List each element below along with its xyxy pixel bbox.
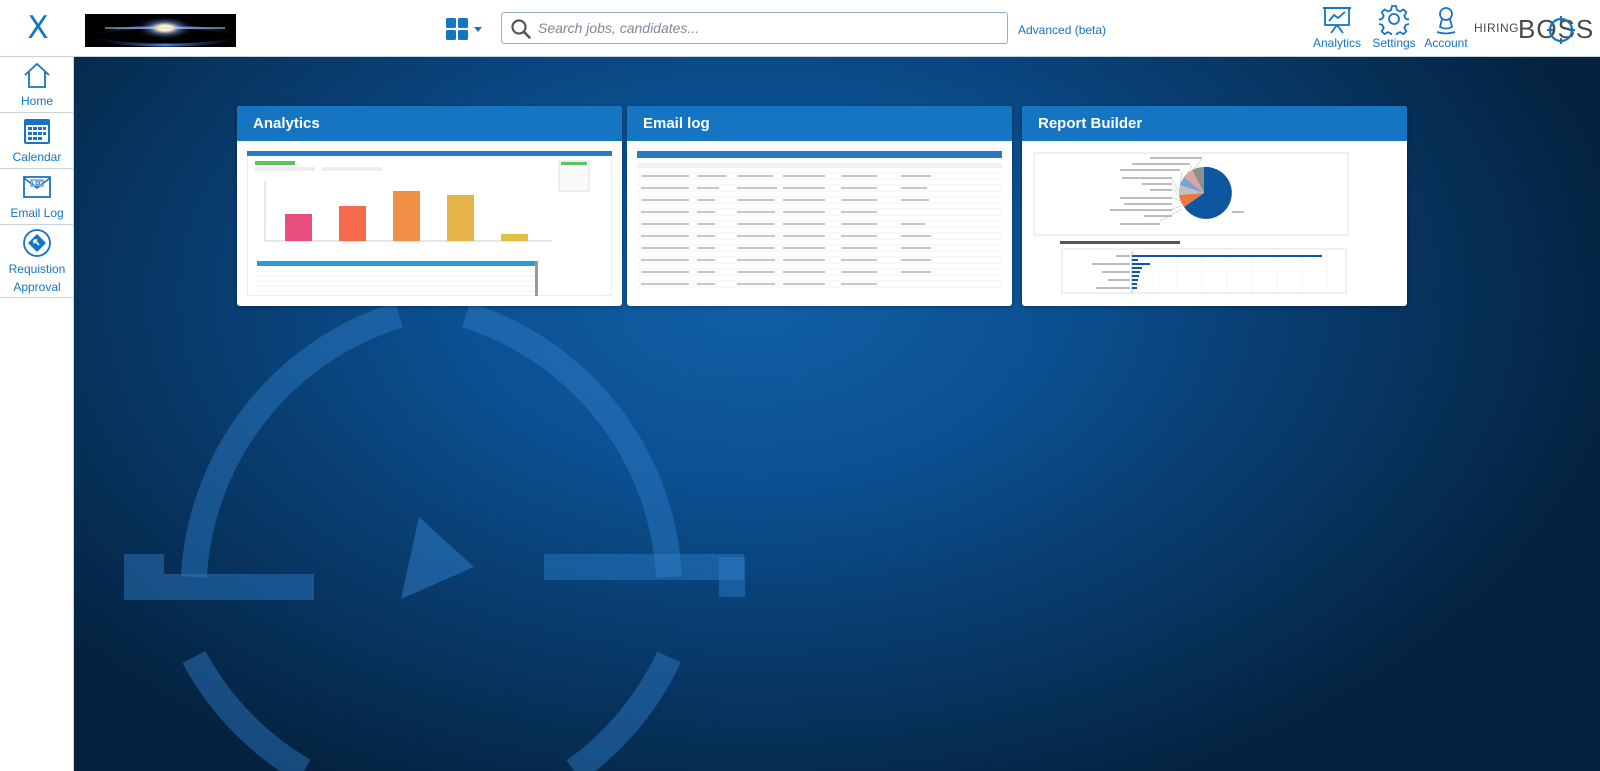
- card-email-log[interactable]: Email log: [627, 106, 1012, 306]
- sidebar-item-calendar[interactable]: Calendar: [0, 113, 74, 169]
- card-title: Analytics: [237, 106, 622, 141]
- card-title: Report Builder: [1022, 106, 1407, 141]
- home-icon: [24, 62, 50, 88]
- email-log-preview-image: [637, 151, 1002, 296]
- user-icon: [1436, 7, 1456, 35]
- top-nav-label: Analytics: [1312, 36, 1362, 50]
- card-report-builder[interactable]: Report Builder: [1022, 106, 1407, 306]
- gear-icon: [1379, 5, 1409, 35]
- search-box: [501, 12, 1008, 44]
- sidebar-item-label: Email Log: [10, 206, 64, 220]
- top-nav-account[interactable]: Account: [1420, 5, 1472, 53]
- presentation-chart-icon: [1323, 7, 1351, 34]
- dashboard-main: Analytics Email log Report Builder: [74, 57, 1600, 771]
- search-icon: [511, 19, 531, 39]
- brand-prefix: HIRING: [1474, 21, 1519, 35]
- apps-grid-icon: [446, 18, 482, 40]
- report-builder-preview-image: [1032, 151, 1397, 296]
- email-log-icon: [23, 176, 51, 198]
- sidebar-item-requisition-approval[interactable]: Requistion Approval: [0, 225, 74, 298]
- sidebar-item-home[interactable]: Home: [0, 57, 74, 113]
- chevron-down-icon: [474, 27, 482, 32]
- top-nav-settings[interactable]: Settings: [1368, 5, 1420, 53]
- top-nav-label: Account: [1424, 36, 1468, 50]
- sidebar-item-label: Home: [20, 94, 53, 108]
- advanced-search-link[interactable]: Advanced (beta): [1018, 23, 1106, 37]
- sidebar-item-label: Calendar: [12, 150, 62, 164]
- sidebar-item-email-log[interactable]: Email Log: [0, 169, 74, 225]
- top-nav-analytics[interactable]: Analytics: [1311, 5, 1363, 53]
- top-header: X Search jobs, candidates... Advanced (b…: [0, 0, 1600, 57]
- requisition-approval-icon: [23, 229, 51, 257]
- close-menu-button[interactable]: X: [24, 9, 52, 47]
- card-analytics[interactable]: Analytics: [237, 106, 622, 306]
- company-logo: [85, 14, 236, 47]
- calendar-icon: [24, 119, 50, 144]
- search-input[interactable]: [538, 16, 998, 40]
- apps-grid-button[interactable]: [445, 17, 487, 43]
- hiringboss-brand-logo: HIRING BOSS: [1474, 14, 1593, 44]
- analytics-preview-image: [247, 151, 612, 296]
- card-title: Email log: [627, 106, 1012, 141]
- top-nav-label: Settings: [1372, 36, 1416, 50]
- left-sidebar: Home Calendar Email Log Requistion Appro…: [0, 57, 74, 771]
- target-icon: [1547, 16, 1575, 44]
- sidebar-item-label: Requistion Approval: [8, 262, 66, 294]
